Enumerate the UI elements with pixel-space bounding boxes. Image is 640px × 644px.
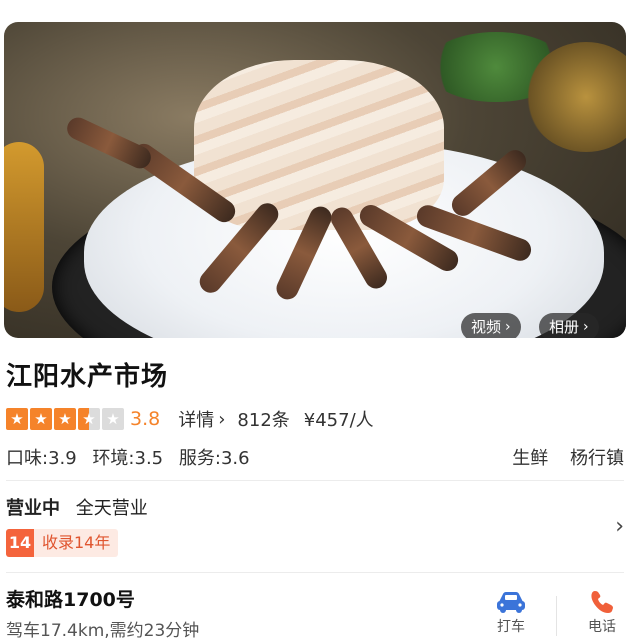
service-score: 服务:3.6 (178, 448, 250, 469)
star-rating: ★ ★ ★ ★ ★ (6, 408, 124, 430)
chevron-right-icon[interactable]: › (615, 514, 624, 539)
album-button[interactable]: 相册 › (539, 313, 599, 338)
hero-orange-bg (4, 142, 44, 312)
area-tag[interactable]: 杨行镇 (570, 448, 624, 469)
chevron-right-icon: › (505, 319, 511, 335)
star-icon: ★ (54, 408, 76, 430)
car-icon (481, 588, 541, 616)
avg-price: ¥457/人 (303, 410, 374, 431)
taste-score: 口味:3.9 (6, 448, 77, 469)
phone-label: 电话 (588, 619, 616, 635)
category-tag[interactable]: 生鲜 (512, 448, 548, 469)
badge-text: 收录14年 (34, 529, 119, 557)
review-count[interactable]: 812条 (237, 406, 289, 432)
chevron-right-icon: › (218, 408, 226, 430)
business-hours[interactable]: 营业中 全天营业 (6, 494, 148, 520)
star-icon: ★ (30, 408, 52, 430)
shop-name: 江阳水产市场 (6, 362, 169, 392)
taxi-button[interactable]: 打车 (481, 588, 541, 636)
star-icon: ★ (6, 408, 28, 430)
video-label: 视频 (471, 318, 502, 336)
star-empty-icon: ★ (102, 408, 124, 430)
environment-score: 环境:3.5 (92, 448, 164, 469)
phone-icon (572, 588, 632, 616)
rating-row: ★ ★ ★ ★ ★ 3.8 详情 › 812条 ¥457/人 (6, 406, 374, 432)
hours-schedule: 全天营业 (75, 498, 148, 519)
chevron-right-icon: › (583, 319, 589, 335)
badge-number: 14 (6, 529, 34, 557)
driving-distance: 驾车17.4km,需约23分钟 (6, 621, 200, 641)
details-link[interactable]: 详情 › (178, 406, 225, 432)
details-label: 详情 (178, 410, 215, 431)
years-listed-badge: 14 收录14年 (6, 529, 119, 557)
sub-ratings-row: 口味:3.9 环境:3.5 服务:3.6 生鲜 杨行镇 (6, 444, 624, 470)
hero-photo[interactable]: 视频 › 相册 › (4, 22, 626, 338)
shop-address[interactable]: 泰和路1700号 (6, 585, 135, 612)
divider (6, 480, 624, 481)
album-label: 相册 (549, 318, 580, 336)
star-half-icon: ★ (78, 408, 100, 430)
taxi-label: 打车 (497, 619, 525, 635)
divider (6, 572, 624, 573)
call-button[interactable]: 电话 (572, 588, 632, 636)
rating-score: 3.8 (130, 408, 161, 430)
action-separator (556, 596, 557, 636)
open-status: 营业中 (6, 498, 60, 519)
video-button[interactable]: 视频 › (461, 313, 521, 338)
